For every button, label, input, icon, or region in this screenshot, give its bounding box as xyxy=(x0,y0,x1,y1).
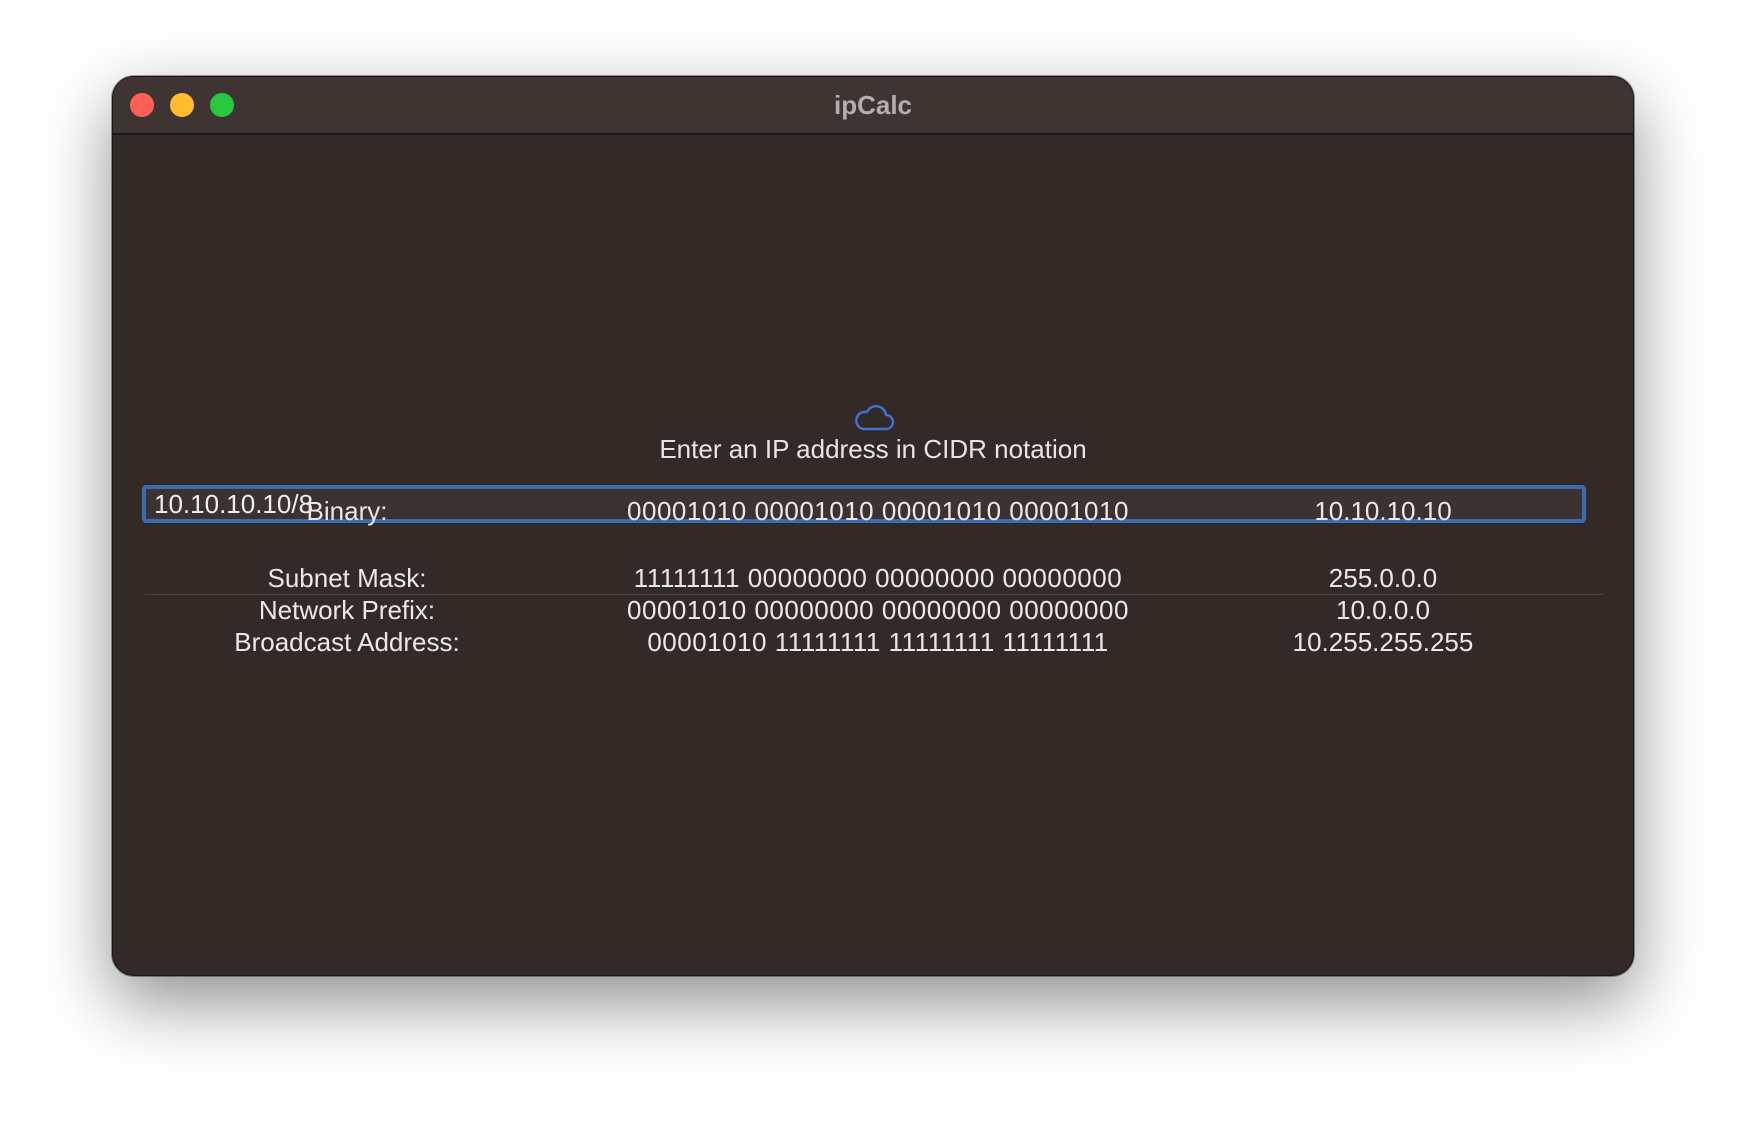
title-bar[interactable]: ipCalc xyxy=(113,77,1633,135)
prompt-label: Enter an IP address in CIDR notation xyxy=(659,434,1087,464)
broadcast-address-row: Broadcast Address: 00001010 11111111 111… xyxy=(113,626,1633,658)
broadcast-address-decimal: 10.255.255.255 xyxy=(1292,627,1474,657)
network-prefix-decimal: 10.0.0.0 xyxy=(1336,595,1430,625)
network-prefix-binary: 00001010 00000000 00000000 00000000 xyxy=(627,595,1129,625)
window-title: ipCalc xyxy=(833,90,913,120)
network-prefix-row: Network Prefix: 00001010 00000000 000000… xyxy=(113,594,1633,626)
binary-row: Binary: 00001010 00001010 00001010 00001… xyxy=(113,495,1633,527)
binary-value: 00001010 00001010 00001010 00001010 xyxy=(627,496,1129,526)
broadcast-address-label: Broadcast Address: xyxy=(234,627,460,657)
network-prefix-label: Network Prefix: xyxy=(258,595,436,625)
subnet-mask-label: Subnet Mask: xyxy=(267,563,427,593)
broadcast-address-binary: 00001010 11111111 11111111 11111111 xyxy=(647,627,1109,657)
subnet-mask-decimal: 255.0.0.0 xyxy=(1328,563,1438,593)
binary-label: Binary: xyxy=(306,496,388,526)
subnet-mask-row: Subnet Mask: 11111111 00000000 00000000 … xyxy=(113,562,1633,594)
app-window: ipCalc Enter an IP address in CIDR notat… xyxy=(112,76,1634,976)
subnet-mask-binary: 11111111 00000000 00000000 00000000 xyxy=(633,563,1123,593)
decimal-value: 10.10.10.10 xyxy=(1314,496,1452,526)
cloud-icon xyxy=(855,405,895,431)
